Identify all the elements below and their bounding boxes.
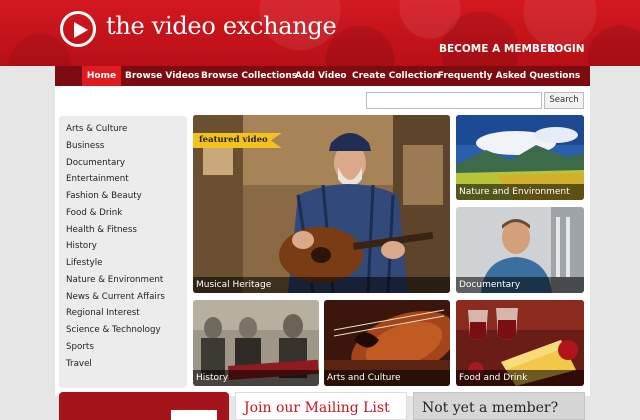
category-link[interactable]: Regional Interest <box>66 308 140 318</box>
category-link[interactable]: Documentary <box>66 158 125 168</box>
nature-tile[interactable]: Nature and Environment <box>456 115 584 200</box>
documentary-tile[interactable]: Documentary <box>456 207 584 293</box>
mailing-list-heading: Join our Mailing List <box>244 400 390 416</box>
nav-faq[interactable]: Frequently Asked Questions <box>436 66 582 86</box>
nav-browse-collections[interactable]: Browse Collections <box>201 66 297 86</box>
nav-home[interactable]: Home <box>82 66 121 86</box>
search-input[interactable] <box>366 92 542 109</box>
become-member-heading: Not yet a member? <box>422 400 559 416</box>
category-link[interactable]: Nature & Environment <box>66 275 163 285</box>
site-header: the video exchange BECOME A MEMBER LOGIN <box>0 0 640 66</box>
featured-video-label: Musical Heritage <box>193 277 450 293</box>
featured-video-badge: featured video <box>193 133 282 148</box>
mailing-list-panel[interactable]: Join our Mailing List <box>235 392 407 420</box>
main-nav: Home Browse Videos Browse Collections Ad… <box>55 66 590 86</box>
promo-banner-bar <box>171 410 217 420</box>
arts-culture-tile[interactable]: Arts and Culture <box>324 300 450 386</box>
category-link[interactable]: Science & Technology <box>66 325 161 335</box>
login-link[interactable]: LOGIN <box>548 43 585 55</box>
nature-tile-label: Nature and Environment <box>456 184 584 200</box>
history-tile-label: History <box>193 370 319 386</box>
category-link[interactable]: Lifestyle <box>66 258 103 268</box>
category-link[interactable]: Food & Drink <box>66 208 122 218</box>
food-drink-tile[interactable]: Food and Drink <box>456 300 584 386</box>
site-logo-text[interactable]: the video exchange <box>106 12 337 40</box>
promo-banner[interactable] <box>59 392 229 420</box>
category-link[interactable]: Health & Fitness <box>66 225 137 235</box>
category-link[interactable]: Arts & Culture <box>66 124 127 134</box>
play-logo-icon[interactable] <box>60 11 96 47</box>
nav-create-collection[interactable]: Create Collection <box>352 66 439 86</box>
category-link[interactable]: News & Current Affairs <box>66 292 165 302</box>
arts-culture-tile-label: Arts and Culture <box>324 370 450 386</box>
category-link[interactable]: History <box>66 241 97 251</box>
history-tile[interactable]: History <box>193 300 319 386</box>
category-link[interactable]: Business <box>66 141 104 151</box>
food-drink-tile-label: Food and Drink <box>456 370 584 386</box>
category-sidebar: Arts & Culture Business Documentary Ente… <box>59 116 187 388</box>
become-member-link[interactable]: BECOME A MEMBER <box>439 43 555 55</box>
nav-add-video[interactable]: Add Video <box>295 66 347 86</box>
category-link[interactable]: Travel <box>66 359 92 369</box>
documentary-tile-label: Documentary <box>456 277 584 293</box>
category-link[interactable]: Sports <box>66 342 94 352</box>
search-button[interactable]: Search <box>544 92 584 109</box>
category-link[interactable]: Fashion & Beauty <box>66 191 142 201</box>
become-member-panel[interactable]: Not yet a member? <box>413 392 585 420</box>
nav-browse-videos[interactable]: Browse Videos <box>125 66 199 86</box>
featured-video-tile[interactable]: featured video Musical Heritage <box>193 115 450 293</box>
category-link[interactable]: Entertainment <box>66 174 129 184</box>
